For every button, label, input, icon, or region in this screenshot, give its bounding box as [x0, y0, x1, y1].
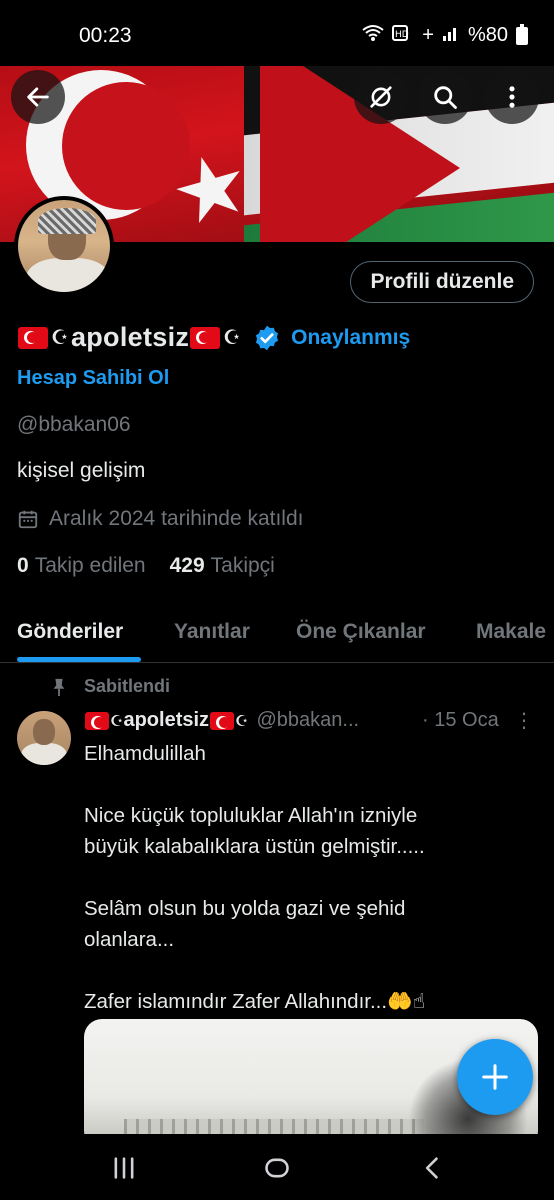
pinned-label: Sabitlendi — [84, 676, 171, 696]
crescent-star-icon: ☪ — [51, 327, 69, 349]
following-label: Takip edilen — [34, 554, 146, 577]
calendar-icon — [18, 510, 38, 529]
plus-icon — [482, 1064, 508, 1090]
search-icon — [434, 86, 457, 109]
recent-apps-icon — [114, 1157, 134, 1179]
post-line: Selâm olsun bu yolda gazi ve şehid — [84, 897, 406, 920]
turkey-flag-icon — [18, 326, 48, 349]
grok-icon — [370, 86, 392, 108]
post-line: Zafer islamındır Zafer Allahındır...🤲☝ — [84, 990, 426, 1013]
edit-profile-button[interactable]: Profili düzenle — [350, 261, 534, 303]
recent-apps-button[interactable] — [110, 1154, 138, 1182]
status-icons: HD + %80 — [362, 23, 528, 47]
verified-badge-icon[interactable] — [253, 324, 281, 352]
wifi-calling-icon — [362, 24, 384, 47]
post-more-button[interactable]: ⋮ — [514, 708, 534, 733]
more-button[interactable] — [485, 70, 539, 124]
tab-posts[interactable]: Gönderiler — [17, 620, 123, 644]
follow-stats: 0 Takip edilen 429 Takipçi — [17, 554, 275, 578]
followers-label: Takipçi — [210, 554, 275, 577]
network-type: + — [422, 24, 434, 46]
post-text[interactable]: Elhamdulillah Nice küçük topluluklar All… — [84, 738, 534, 1017]
search-button[interactable] — [418, 70, 472, 124]
following-stat[interactable]: 0 Takip edilen — [17, 554, 146, 578]
android-nav-bar — [0, 1134, 554, 1200]
profile-handle: @bbakan06 — [17, 413, 131, 436]
profile-name-row: ☪ apoletsiz ☪ Onaylanmış — [17, 322, 410, 353]
claim-account-link[interactable]: Hesap Sahibi Ol — [17, 367, 169, 390]
tab-highlights[interactable]: Öne Çıkanlar — [296, 620, 426, 644]
display-name: apoletsiz — [70, 322, 190, 352]
grok-button[interactable] — [354, 70, 408, 124]
back-icon — [425, 1157, 438, 1179]
turkey-flag-icon — [210, 711, 235, 730]
home-button[interactable] — [263, 1154, 291, 1182]
active-tab-indicator — [17, 657, 141, 662]
crescent-star-icon: ☪ — [110, 712, 124, 730]
post-author-avatar[interactable] — [17, 711, 71, 765]
followers-count: 429 — [169, 554, 205, 577]
pinned-indicator: Sabitlendi — [50, 676, 170, 697]
post-line: Nice küçük topluluklar Allah'ın izniyle — [84, 804, 418, 827]
profile-tabs: Gönderiler Yanıtlar Öne Çıkanlar Makale — [0, 603, 554, 663]
signal-icon — [442, 24, 460, 47]
following-count: 0 — [17, 554, 29, 577]
hd-volte-icon: HD — [392, 24, 414, 47]
verified-label[interactable]: Onaylanmış — [291, 326, 410, 350]
battery-icon — [516, 23, 528, 45]
followers-stat[interactable]: 429 Takipçi — [170, 554, 275, 578]
profile-bio: kişisel gelişim — [17, 459, 146, 482]
home-icon — [265, 1158, 289, 1178]
back-nav-button[interactable] — [419, 1154, 447, 1182]
status-time: 00:23 — [79, 24, 132, 47]
post-line: büyük kalabalıklara üstün gelmiştir..... — [84, 835, 425, 858]
pin-icon — [53, 678, 65, 696]
tab-articles[interactable]: Makale — [476, 620, 546, 644]
post-line: olanlara... — [84, 928, 175, 951]
avatar[interactable] — [14, 196, 114, 296]
compose-post-button[interactable] — [457, 1039, 533, 1115]
join-date: Aralık 2024 tarihinde katıldı — [17, 507, 303, 531]
join-date-text: Aralık 2024 tarihinde katıldı — [49, 507, 304, 530]
battery-level: %80 — [467, 24, 508, 46]
post-line: Elhamdulillah — [84, 742, 206, 765]
back-button[interactable] — [11, 70, 65, 124]
status-bar: 00:23 HD + %80 — [0, 0, 554, 66]
tab-replies[interactable]: Yanıtlar — [174, 620, 250, 644]
post-header: ☪ apoletsiz ☪ @bbakan... · 15 Oca ⋮ — [84, 709, 544, 732]
more-vertical-icon — [509, 86, 515, 108]
arrow-left-icon — [27, 87, 49, 107]
crescent-star-icon: ☪ — [235, 712, 249, 730]
crescent-star-icon: ☪ — [223, 327, 242, 349]
post-date[interactable]: · 15 Oca — [422, 709, 499, 732]
post-author-handle[interactable]: @bbakan... — [256, 709, 359, 732]
svg-text:HD: HD — [395, 30, 409, 40]
post-author-name[interactable]: apoletsiz — [123, 709, 209, 732]
turkey-flag-icon — [85, 711, 109, 730]
turkey-flag-icon — [190, 326, 221, 349]
